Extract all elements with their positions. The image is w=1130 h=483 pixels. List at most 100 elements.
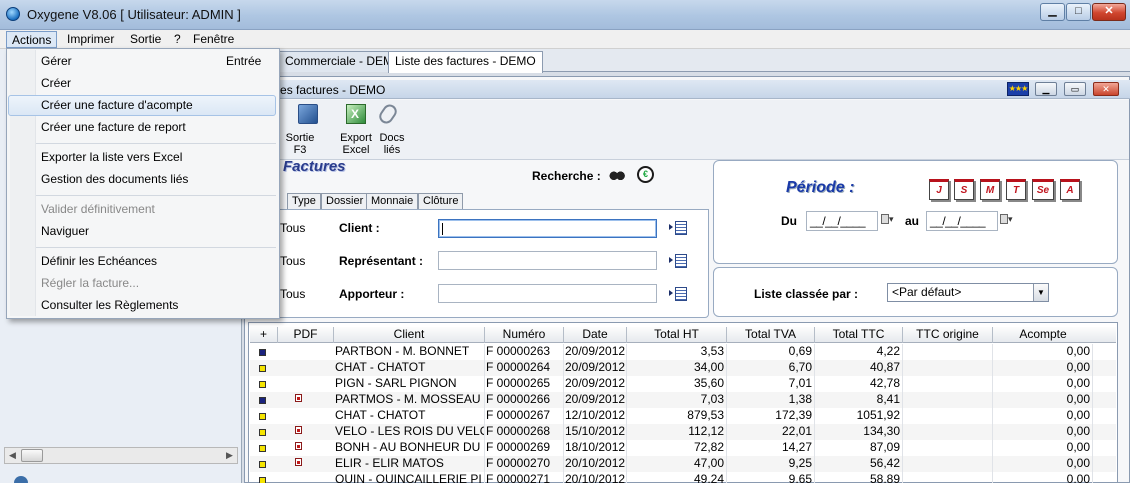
export-excel-button-label[interactable]: Export Excel — [336, 132, 376, 156]
exit-icon[interactable] — [298, 104, 318, 124]
table-row[interactable]: CHAT - CHATOT F 00000267 12/10/2012 879,53 1… — [250, 408, 1116, 424]
date-from-picker-icon[interactable]: ▾ — [881, 214, 897, 228]
client-list-icon[interactable] — [669, 220, 689, 236]
table-row[interactable]: PIGN - SARL PIGNON F 00000265 20/09/2012 35… — [250, 376, 1116, 392]
subtab-type[interactable]: Type — [287, 193, 321, 210]
inner-minimize-button[interactable]: ▁ — [1035, 82, 1057, 96]
docs-lies-button-label[interactable]: Docs liés — [374, 132, 410, 156]
pdf-icon[interactable] — [295, 442, 302, 450]
column-header-total-ht[interactable]: Total HT — [627, 327, 727, 343]
representant-list-icon[interactable] — [669, 253, 689, 269]
menu-item-valider: Valider définitivement — [41, 202, 155, 216]
scroll-right-icon[interactable]: ▶ — [222, 448, 237, 463]
menu-item-creer-acompte[interactable]: Créer une facture d'acompte — [41, 95, 193, 115]
column-header-numero[interactable]: Numéro — [485, 327, 564, 343]
document-tabs: Commerciale - DEMO Liste des factures - … — [242, 49, 1130, 73]
representant-label: Représentant : — [339, 254, 424, 268]
subtab-monnaie[interactable]: Monnaie — [366, 193, 419, 210]
status-square-icon — [259, 365, 266, 372]
period-month-button[interactable]: M — [980, 179, 1000, 200]
cell-ht: 49,24 — [627, 472, 727, 483]
menu-item-documents-lies[interactable]: Gestion des documents liés — [41, 169, 188, 189]
table-row[interactable]: CHAT - CHATOT F 00000264 20/09/2012 34,00 6,… — [250, 360, 1116, 376]
cell-origine — [903, 472, 993, 483]
minimize-button[interactable]: ▁ — [1040, 3, 1065, 21]
menu-sortie[interactable]: Sortie — [125, 31, 166, 48]
cell-date: 20/09/2012 — [565, 392, 627, 408]
left-panel-scrollbar[interactable]: ◀ ▶ — [4, 447, 238, 464]
scroll-left-icon[interactable]: ◀ — [5, 448, 20, 463]
status-square-icon — [259, 349, 266, 356]
cell-acompte: 0,00 — [993, 456, 1093, 472]
date-to-input[interactable]: __/__/____ — [926, 211, 998, 231]
pdf-icon[interactable] — [295, 458, 302, 466]
grid-corner-button[interactable]: + — [250, 327, 278, 343]
menu-fenetre[interactable]: Fenêtre — [188, 31, 239, 48]
menu-item-creer[interactable]: Créer — [41, 73, 71, 93]
column-header-total-ttc[interactable]: Total TTC — [815, 327, 903, 343]
menu-item-reglements[interactable]: Consulter les Règlements — [41, 295, 178, 315]
column-header-acompte[interactable]: Acompte — [993, 327, 1093, 343]
cell-ht: 47,00 — [627, 456, 727, 472]
binoculars-icon[interactable] — [609, 168, 625, 181]
subtab-dossier[interactable]: Dossier — [321, 193, 369, 210]
au-label: au — [905, 214, 920, 228]
period-year-button[interactable]: A — [1060, 179, 1080, 200]
client-input[interactable] — [438, 219, 657, 238]
apporteur-input[interactable] — [438, 284, 657, 303]
currency-icon[interactable]: € — [637, 166, 654, 183]
sort-label: Liste classée par : — [754, 287, 859, 301]
subtab-cloture[interactable]: Clôture — [418, 193, 464, 210]
sortie-button-label[interactable]: Sortie F3 — [280, 132, 320, 156]
date-from-input[interactable]: __/__/____ — [806, 211, 878, 231]
period-semester-button[interactable]: Se — [1032, 179, 1054, 200]
apporteur-list-icon[interactable] — [669, 286, 689, 302]
cell-ttc: 40,87 — [815, 360, 903, 376]
sort-select[interactable]: <Par défaut> ▼ — [887, 283, 1049, 302]
menu-imprimer[interactable]: Imprimer — [62, 31, 119, 48]
period-quarter-button[interactable]: T — [1006, 179, 1026, 200]
table-row[interactable]: VELO - LES ROIS DU VELO F 00000268 15/10/2… — [250, 424, 1116, 440]
cell-tva: 0,69 — [727, 344, 815, 360]
menu-item-gerer[interactable]: Gérer — [41, 51, 72, 71]
cell-acompte: 0,00 — [993, 440, 1093, 456]
tous-label: Tous — [280, 254, 306, 268]
menu-item-exporter-excel[interactable]: Exporter la liste vers Excel — [41, 147, 182, 167]
tab-liste-factures[interactable]: Liste des factures - DEMO — [388, 51, 543, 73]
menu-item-echeances[interactable]: Définir les Echéances — [41, 251, 157, 271]
date-to-picker-icon[interactable]: ▾ — [1000, 214, 1016, 228]
column-header-client[interactable]: Client — [334, 327, 485, 343]
cell-acompte: 0,00 — [993, 472, 1093, 483]
column-header-ttc-origine[interactable]: TTC origine — [903, 327, 993, 343]
cell-client: CHAT - CHATOT — [334, 408, 485, 424]
cell-origine — [903, 456, 993, 472]
table-row[interactable]: BONH - AU BONHEUR DU FF 00000269 18/10/20… — [250, 440, 1116, 456]
representant-input[interactable] — [438, 251, 657, 270]
column-header-date[interactable]: Date — [564, 327, 627, 343]
maximize-button[interactable]: □ — [1066, 3, 1091, 21]
table-row[interactable]: ELIR - ELIR MATOS F 00000270 20/10/2012 47,… — [250, 456, 1116, 472]
column-header-total-tva[interactable]: Total TVA — [727, 327, 815, 343]
menu-item-naviguer[interactable]: Naviguer — [41, 221, 89, 241]
status-square-icon — [259, 381, 266, 388]
column-header-pdf[interactable]: PDF — [278, 327, 334, 343]
pdf-icon[interactable] — [295, 426, 302, 434]
excel-icon[interactable] — [346, 104, 366, 124]
inner-restore-button[interactable]: ▭ — [1064, 82, 1086, 96]
cell-numero: F 00000264 — [485, 360, 564, 376]
period-day-button[interactable]: J — [929, 179, 949, 200]
menu-help[interactable]: ? — [169, 31, 186, 48]
cell-tva: 172,39 — [727, 408, 815, 424]
table-row[interactable]: QUIN - QUINCAILLERIE PI F 00000271 20/10/2… — [250, 472, 1116, 483]
table-row[interactable]: PARTBON - M. BONNET F 00000263 20/09/2012 3… — [250, 344, 1116, 360]
inner-close-button[interactable]: ✕ — [1093, 82, 1119, 96]
table-row[interactable]: PARTMOS - M. MOSSEAU EI F 00000266 20/09/2… — [250, 392, 1116, 408]
menu-item-creer-report[interactable]: Créer une facture de report — [41, 117, 186, 137]
cell-acompte: 0,00 — [993, 392, 1093, 408]
menu-actions[interactable]: Actions — [6, 31, 58, 48]
scroll-thumb[interactable] — [21, 449, 43, 462]
chevron-down-icon[interactable]: ▼ — [1033, 284, 1048, 301]
period-week-button[interactable]: S — [954, 179, 974, 200]
pdf-icon[interactable] — [295, 394, 302, 402]
close-button[interactable]: ✕ — [1092, 3, 1126, 21]
